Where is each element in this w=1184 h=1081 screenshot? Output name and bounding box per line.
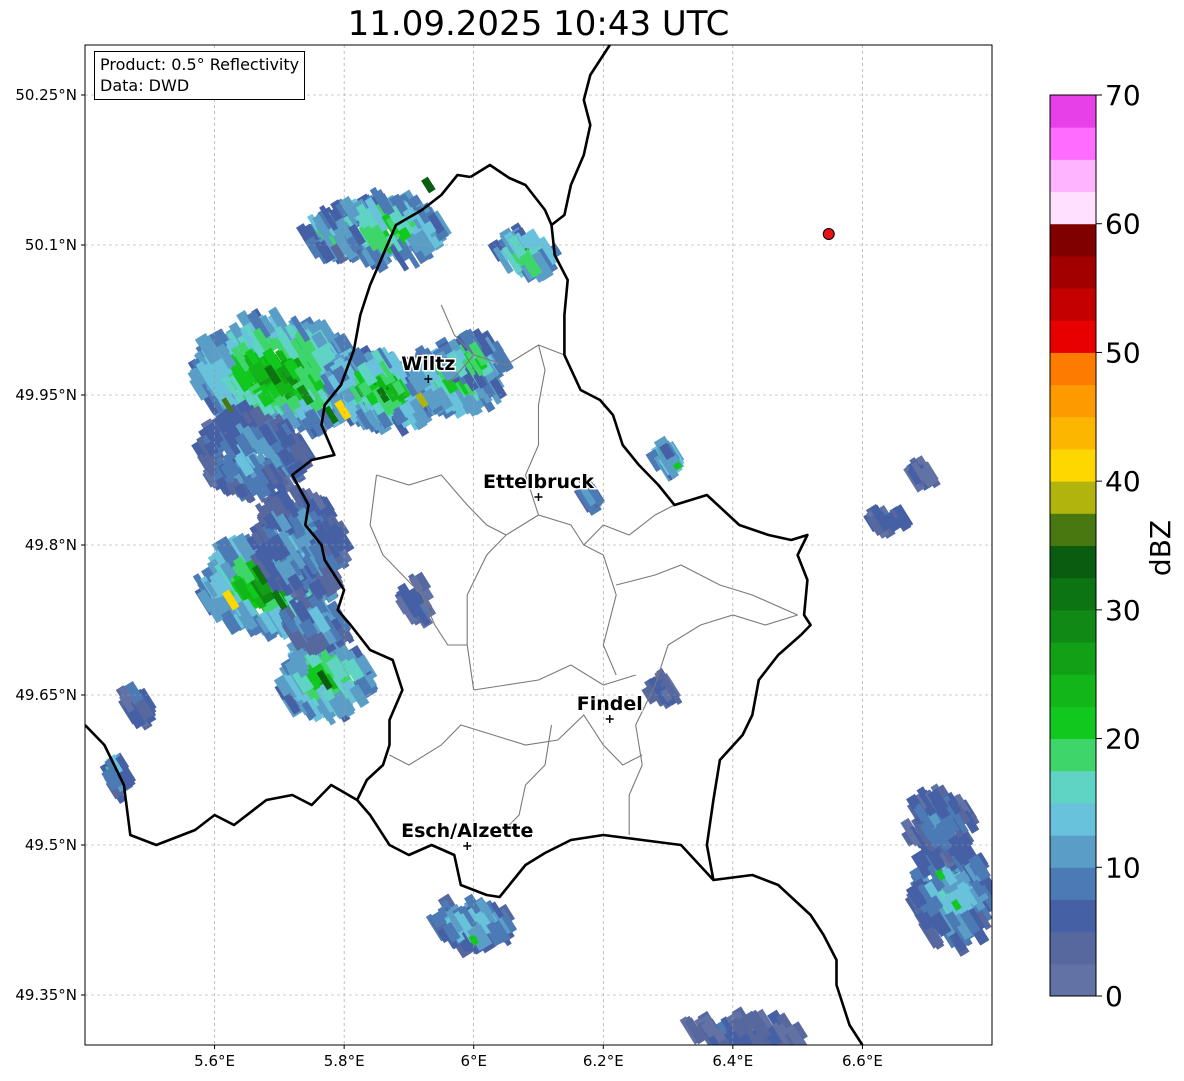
city-esch-alzette: Esch/Alzette	[400, 819, 535, 850]
product-label: Product: 0.5° Reflectivity	[100, 55, 300, 74]
city-label: Wiltz	[401, 353, 455, 375]
echo-cell	[903, 455, 941, 493]
lat-tick-label: 49.65°N	[15, 686, 77, 704]
lat-tick-label: 50.1°N	[25, 236, 77, 254]
radar-site-marker	[822, 228, 835, 240]
lon-tick-label: 6.2°E	[583, 1052, 624, 1070]
echo-cell	[863, 503, 914, 539]
lat-tick-label: 49.35°N	[15, 986, 77, 1004]
echo-cell	[425, 893, 518, 959]
lat-tick-label: 49.8°N	[25, 536, 77, 554]
echo-cell	[645, 435, 685, 482]
lon-tick-label: 6°E	[460, 1052, 487, 1070]
canton-border	[473, 664, 636, 691]
radar-map: Wiltz Ettelbruck Findel Esch/Alzette 5.6°E 5…	[15, 44, 993, 1070]
city-label: Findel	[577, 693, 643, 715]
data-source-label: Data: DWD	[100, 76, 190, 95]
product-info-box: Product: 0.5° Reflectivity Data: DWD	[94, 51, 306, 100]
echo-core	[421, 176, 436, 194]
echo-cell	[394, 571, 437, 629]
canton-border	[466, 514, 617, 691]
city-label: Ettelbruck	[483, 471, 594, 493]
echo-cell	[115, 681, 157, 731]
city-label: Esch/Alzette	[401, 820, 533, 842]
canton-border	[389, 714, 643, 766]
city-markers: Wiltz Ettelbruck Findel Esch/Alzette	[400, 228, 835, 850]
lat-tick-label: 50.25°N	[15, 86, 77, 104]
echo-cell	[641, 667, 683, 710]
lon-tick-label: 6.6°E	[842, 1052, 883, 1070]
echo-cell	[487, 222, 563, 284]
canton-border	[616, 564, 798, 616]
lon-tick-label: 5.8°E	[324, 1052, 365, 1070]
lat-tick-label: 49.95°N	[15, 386, 77, 404]
lat-tick-label: 49.5°N	[25, 836, 77, 854]
lon-tick-label: 6.4°E	[712, 1052, 753, 1070]
echo-cell	[99, 752, 137, 805]
lon-tick-label: 5.6°E	[194, 1052, 235, 1070]
canton-border	[499, 724, 553, 836]
country-border	[550, 45, 611, 227]
reflectivity-echoes	[99, 176, 992, 1045]
